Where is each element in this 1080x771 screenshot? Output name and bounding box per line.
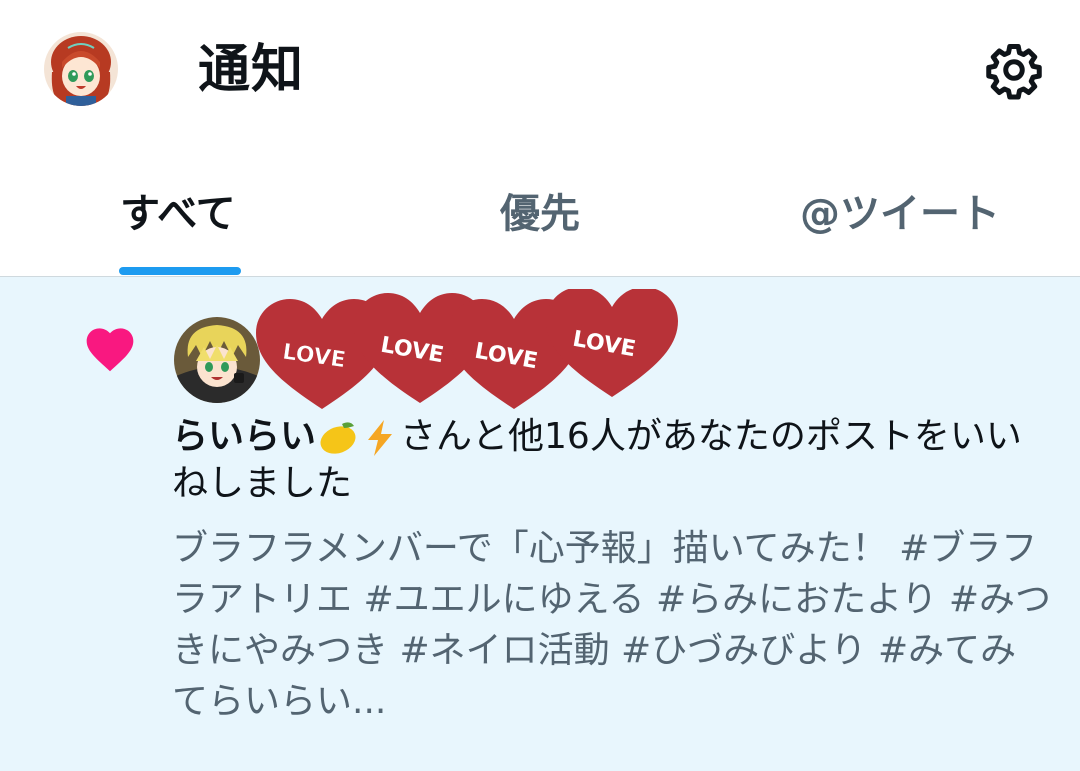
gear-icon — [986, 44, 1042, 100]
love-heart-sticker: LOVE — [546, 289, 678, 397]
liker-name[interactable]: らいらい — [172, 416, 316, 457]
top-app-bar: 通知 — [0, 0, 1080, 140]
notification-item[interactable]: LOVE LOVE LOVE LOVE らいらい さんと他16人があなたのポスト… — [0, 277, 1080, 771]
heart-icon — [86, 328, 134, 372]
lemon-icon — [320, 422, 356, 454]
settings-button[interactable] — [984, 40, 1044, 100]
profile-avatar[interactable] — [44, 32, 118, 106]
love-heart-stickers: LOVE LOVE LOVE LOVE — [256, 289, 678, 409]
tab-all[interactable]: すべて — [0, 160, 360, 276]
lightning-icon — [368, 420, 393, 456]
active-tab-indicator — [119, 267, 241, 275]
tab-all-label: すべて — [120, 191, 236, 237]
post-preview: ブラフラメンバーで「心予報」描いてみた！ #ブラフラアトリエ #ユエルにゆえる … — [172, 528, 1052, 722]
page-title: 通知 — [198, 40, 305, 100]
tab-priority-label: 優先 — [500, 191, 580, 237]
tab-mentions-label: @ツイート — [800, 191, 1000, 237]
notifications-screen: 通知 すべて 優先 @ツイート LOVE LOVE LOVE LOVE らいらい… — [0, 0, 1080, 771]
tab-priority[interactable]: 優先 — [360, 160, 720, 276]
notification-tabs: すべて 優先 @ツイート — [0, 160, 1080, 277]
notification-summary: らいらい さんと他16人があなたのポストをいいねしました — [172, 413, 1032, 507]
avatar-illustration — [174, 317, 260, 403]
liker-avatar[interactable] — [172, 315, 262, 405]
avatar-illustration — [44, 32, 118, 106]
tab-mentions[interactable]: @ツイート — [720, 160, 1080, 276]
